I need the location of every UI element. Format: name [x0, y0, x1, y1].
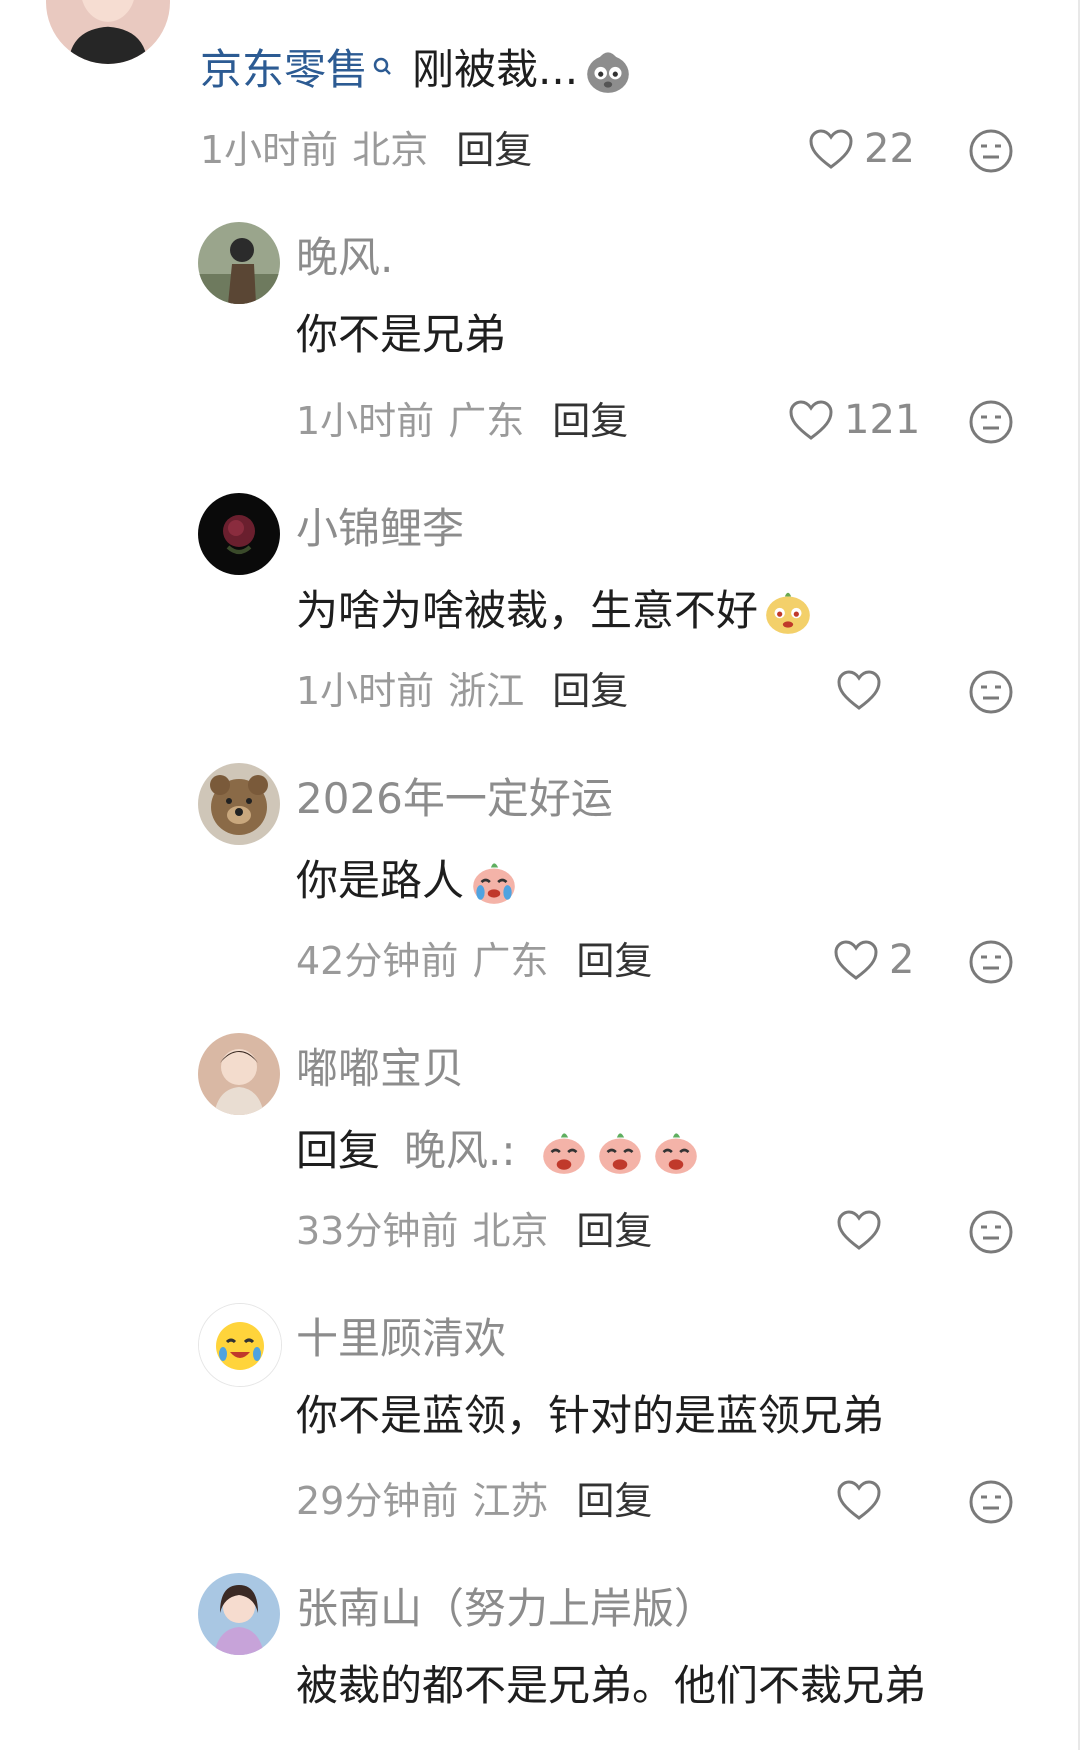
giggling-peach-emoji	[650, 1125, 702, 1177]
reply-button[interactable]: 回复	[576, 1482, 652, 1520]
keyword-link[interactable]: 京东零售	[200, 49, 368, 91]
comment-time: 42分钟前	[296, 939, 459, 983]
avatar[interactable]	[198, 1303, 282, 1387]
like-button[interactable]	[836, 669, 892, 711]
like-count: 22	[864, 126, 915, 172]
sad-face-emoji	[582, 44, 634, 96]
comment-text: 你不是兄弟	[296, 314, 506, 356]
comment-text: 京东零售 刚被裁...	[200, 44, 634, 96]
search-icon[interactable]	[372, 53, 394, 87]
reply-target-username[interactable]: 晚风.:	[404, 1130, 516, 1172]
avatar[interactable]	[198, 493, 280, 575]
comment-body: 为啥为啥被裁，生意不好	[296, 586, 759, 635]
dislike-face-icon[interactable]	[968, 1209, 1014, 1255]
heart-icon	[837, 1480, 881, 1520]
dislike-face-icon[interactable]	[968, 399, 1014, 445]
reply-button[interactable]: 回复	[552, 672, 628, 710]
reply-prefix: 回复	[296, 1126, 381, 1175]
reply-button[interactable]: 回复	[576, 942, 652, 980]
dislike-face-icon[interactable]	[968, 669, 1014, 715]
comment-body: 你是路人	[296, 856, 465, 905]
comment-location: 广东	[448, 399, 525, 443]
comment-text: 被裁的都不是兄弟。他们不裁兄弟	[296, 1665, 926, 1707]
like-button[interactable]: 22	[808, 128, 915, 170]
crying-peach-emoji	[468, 855, 520, 907]
username[interactable]: 嘟嘟宝贝	[296, 1048, 464, 1090]
like-button[interactable]	[836, 1479, 892, 1521]
comment-location: 广东	[472, 939, 549, 983]
heart-icon	[837, 1210, 881, 1250]
comment-meta: 1小时前 浙江 回复	[296, 672, 628, 710]
username[interactable]: 小锦鲤李	[296, 508, 464, 550]
crying-bun-emoji	[762, 585, 814, 637]
comment-location: 北京	[352, 128, 429, 172]
dislike-face-icon[interactable]	[968, 128, 1014, 174]
like-count: 2	[889, 937, 915, 983]
comment-location: 江苏	[472, 1479, 549, 1523]
like-button[interactable]	[836, 1209, 892, 1251]
comment-time: 33分钟前	[296, 1209, 459, 1253]
comment-text: 为啥为啥被裁，生意不好	[296, 585, 814, 637]
reply-button[interactable]: 回复	[552, 402, 628, 440]
like-count: 121	[844, 397, 921, 443]
giggling-peach-emoji	[538, 1125, 590, 1177]
like-button[interactable]: 2	[833, 939, 914, 981]
username[interactable]: 晚风.	[296, 237, 393, 279]
reply-button[interactable]: 回复	[456, 131, 532, 169]
comment-meta: 42分钟前 广东 回复	[296, 942, 652, 980]
username[interactable]: 十里顾清欢	[296, 1318, 506, 1360]
comment-time: 1小时前	[296, 399, 435, 443]
avatar[interactable]	[198, 1573, 280, 1655]
comment-time: 1小时前	[296, 669, 435, 713]
reply-button[interactable]: 回复	[576, 1212, 652, 1250]
comment-body: 被裁的都不是兄弟。他们不裁兄弟	[296, 1661, 927, 1710]
comment-body: 你不是蓝领，针对的是蓝领兄弟	[296, 1391, 885, 1440]
heart-icon	[834, 940, 878, 980]
heart-icon	[809, 129, 853, 169]
comment-body: 你不是兄弟	[296, 310, 507, 359]
comment-body: 刚被裁...	[412, 45, 579, 94]
comment-time: 29分钟前	[296, 1479, 459, 1523]
avatar[interactable]	[198, 763, 280, 845]
comment-meta: 29分钟前 江苏 回复	[296, 1482, 652, 1520]
comment-location: 北京	[472, 1209, 549, 1253]
avatar[interactable]	[46, 0, 170, 64]
comment-location: 浙江	[448, 669, 525, 713]
comment-time: 1小时前	[200, 128, 339, 172]
comment-text: 你是路人	[296, 855, 520, 907]
username[interactable]: 张南山（努力上岸版）	[296, 1588, 716, 1630]
username[interactable]: 2026年一定好运	[296, 778, 613, 820]
heart-icon	[837, 670, 881, 710]
dislike-face-icon[interactable]	[968, 1479, 1014, 1525]
avatar[interactable]	[198, 1033, 280, 1115]
dislike-face-icon[interactable]	[968, 939, 1014, 985]
giggling-peach-emoji	[594, 1125, 646, 1177]
comment-meta: 33分钟前 北京 回复	[296, 1212, 652, 1250]
avatar[interactable]	[198, 222, 280, 304]
comment-meta: 1小时前 广东 回复	[296, 402, 628, 440]
comment-text: 你不是蓝领，针对的是蓝领兄弟	[296, 1395, 884, 1437]
comment-meta: 1小时前 北京 回复	[200, 131, 532, 169]
like-button[interactable]: 121	[788, 399, 920, 441]
comment-text: 回复 晚风.:	[296, 1125, 702, 1177]
heart-icon	[789, 400, 833, 440]
